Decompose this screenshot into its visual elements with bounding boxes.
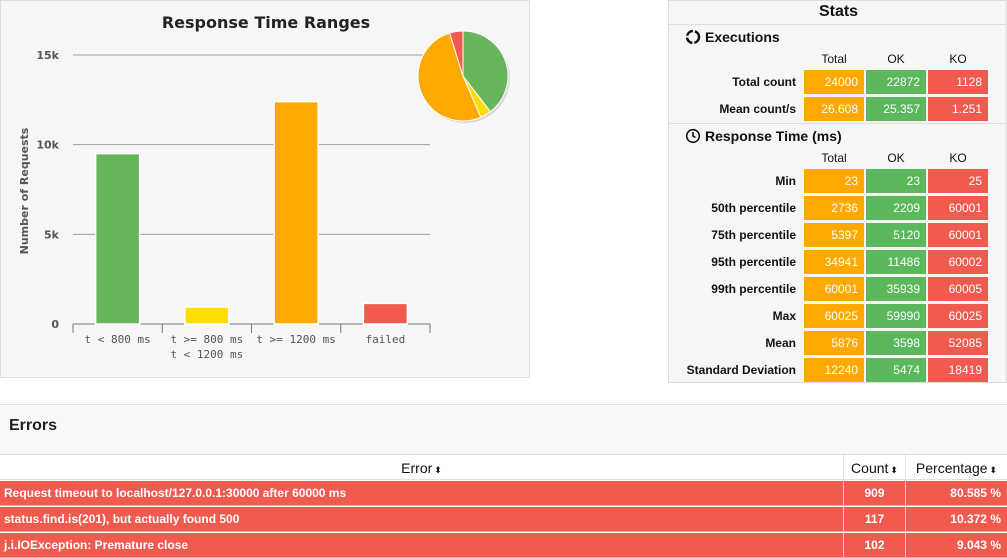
executions-heading: Executions [685,29,780,45]
x-tick-label: t < 1200 ms [170,348,243,361]
rt-row-label: 95th percentile [711,255,796,269]
stats-divider [669,123,1007,124]
exec-total-cell: 24000 [804,70,864,94]
x-tick-label: t >= 1200 ms [256,333,335,346]
error-percentage: 80.585 % [905,481,1007,505]
x-tick-label: failed [366,333,406,346]
errors-section-header: Errors [0,404,1007,454]
rt-row-label: Max [772,309,796,323]
error-percentage: 9.043 % [905,533,1007,557]
rt-total-cell: 60001 [804,277,864,301]
rt-row-label: Standard Deviation [686,363,796,377]
error-column-header[interactable]: Error ⬍ [0,455,843,481]
clock-icon [685,128,701,144]
rt-ko-cell: 60005 [928,277,988,301]
bar [273,100,319,325]
error-table-row: j.i.IOException: Premature close 102 9.043… [0,533,1007,558]
stats-panel: Stats Executions Total OK KO Total count… [668,0,1007,383]
percentage-column-header[interactable]: Percentage ⬍ [905,455,1007,481]
rt-total-cell: 12240 [804,358,864,382]
rt-ok-cell: 11486 [866,250,926,274]
y-tick-label: 15k [36,49,59,62]
rt-row-label: 75th percentile [711,228,796,242]
rt-col-total: Total [821,151,847,165]
error-count: 102 [843,533,905,557]
exec-col-ko: KO [949,52,967,66]
rt-ok-cell: 35939 [866,277,926,301]
refresh-icon [685,29,701,45]
rt-ok-cell: 59990 [866,304,926,328]
rt-ok-cell: 5474 [866,358,926,382]
error-count: 909 [843,481,905,505]
errors-title: Errors [9,417,58,434]
y-axis-label: Number of Requests [18,127,31,254]
rt-ko-cell: 18419 [928,358,988,382]
x-tick-label: t < 800 ms [85,333,151,346]
rt-ko-cell: 52085 [928,331,988,355]
response-time-heading-label: Response Time (ms) [705,128,842,144]
rt-col-ko: KO [949,151,967,165]
exec-row-label: Total count [732,75,796,89]
rt-row-label: Min [775,174,796,188]
exec-ko-cell: 1128 [928,70,988,94]
sort-icon: ⬍ [434,465,442,475]
rt-col-ok: OK [887,151,905,165]
rt-total-cell: 2736 [804,196,864,220]
x-tick-label: t >= 800 ms [170,333,243,346]
error-message: Request timeout to localhost/127.0.0.1:3… [4,486,347,500]
rt-row-label: 99th percentile [711,282,796,296]
rt-ko-cell: 60001 [928,223,988,247]
rt-total-cell: 23 [804,169,864,193]
exec-col-total: Total [821,52,847,66]
error-table-row: Request timeout to localhost/127.0.0.1:3… [0,481,1007,506]
rt-ko-cell: 60002 [928,250,988,274]
error-message: j.i.IOException: Premature close [4,538,189,552]
y-tick-label: 10k [36,139,59,152]
error-message: status.find.is(201), but actually found … [4,512,240,526]
rt-ok-cell: 23 [866,169,926,193]
rt-total-cell: 5397 [804,223,864,247]
rt-total-cell: 34941 [804,250,864,274]
rt-ok-cell: 5120 [866,223,926,247]
rt-ko-cell: 25 [928,169,988,193]
bar [362,302,409,325]
rt-row-label: Mean [765,336,796,350]
errors-table-header: Error ⬍ Count ⬍ Percentage ⬍ [0,454,1007,481]
y-tick-label: 5k [44,228,60,241]
bar [184,306,230,325]
exec-ko-cell: 1.251 [928,97,988,121]
y-tick-label: 0 [51,318,59,331]
response-time-heading: Response Time (ms) [685,128,842,144]
error-table-row: status.find.is(201), but actually found … [0,507,1007,532]
rt-ko-cell: 60001 [928,196,988,220]
rt-ok-cell: 2209 [866,196,926,220]
sort-icon: ⬍ [989,465,998,475]
exec-row-label: Mean count/s [719,102,796,116]
rt-ko-cell: 60025 [928,304,988,328]
rt-row-label: 50th percentile [711,201,796,215]
sort-icon: ⬍ [890,465,898,475]
exec-total-cell: 26.608 [804,97,864,121]
exec-col-ok: OK [887,52,905,66]
rt-total-cell: 60025 [804,304,864,328]
stats-title: Stats [669,1,1007,25]
error-count: 117 [843,507,905,531]
response-time-ranges-panel: Response Time Ranges 0 5k 10k 15k Number of … [0,0,530,378]
bar [94,152,141,325]
response-time-chart: 0 5k 10k 15k Number of Requests t < 800 ms t >… [18,30,510,361]
rt-total-cell: 5876 [804,331,864,355]
executions-heading-label: Executions [705,29,780,45]
count-column-header[interactable]: Count ⬍ [843,455,905,481]
exec-ok-cell: 22872 [866,70,926,94]
exec-ok-cell: 25.357 [866,97,926,121]
error-percentage: 10.372 % [905,507,1007,531]
rt-ok-cell: 3598 [866,331,926,355]
